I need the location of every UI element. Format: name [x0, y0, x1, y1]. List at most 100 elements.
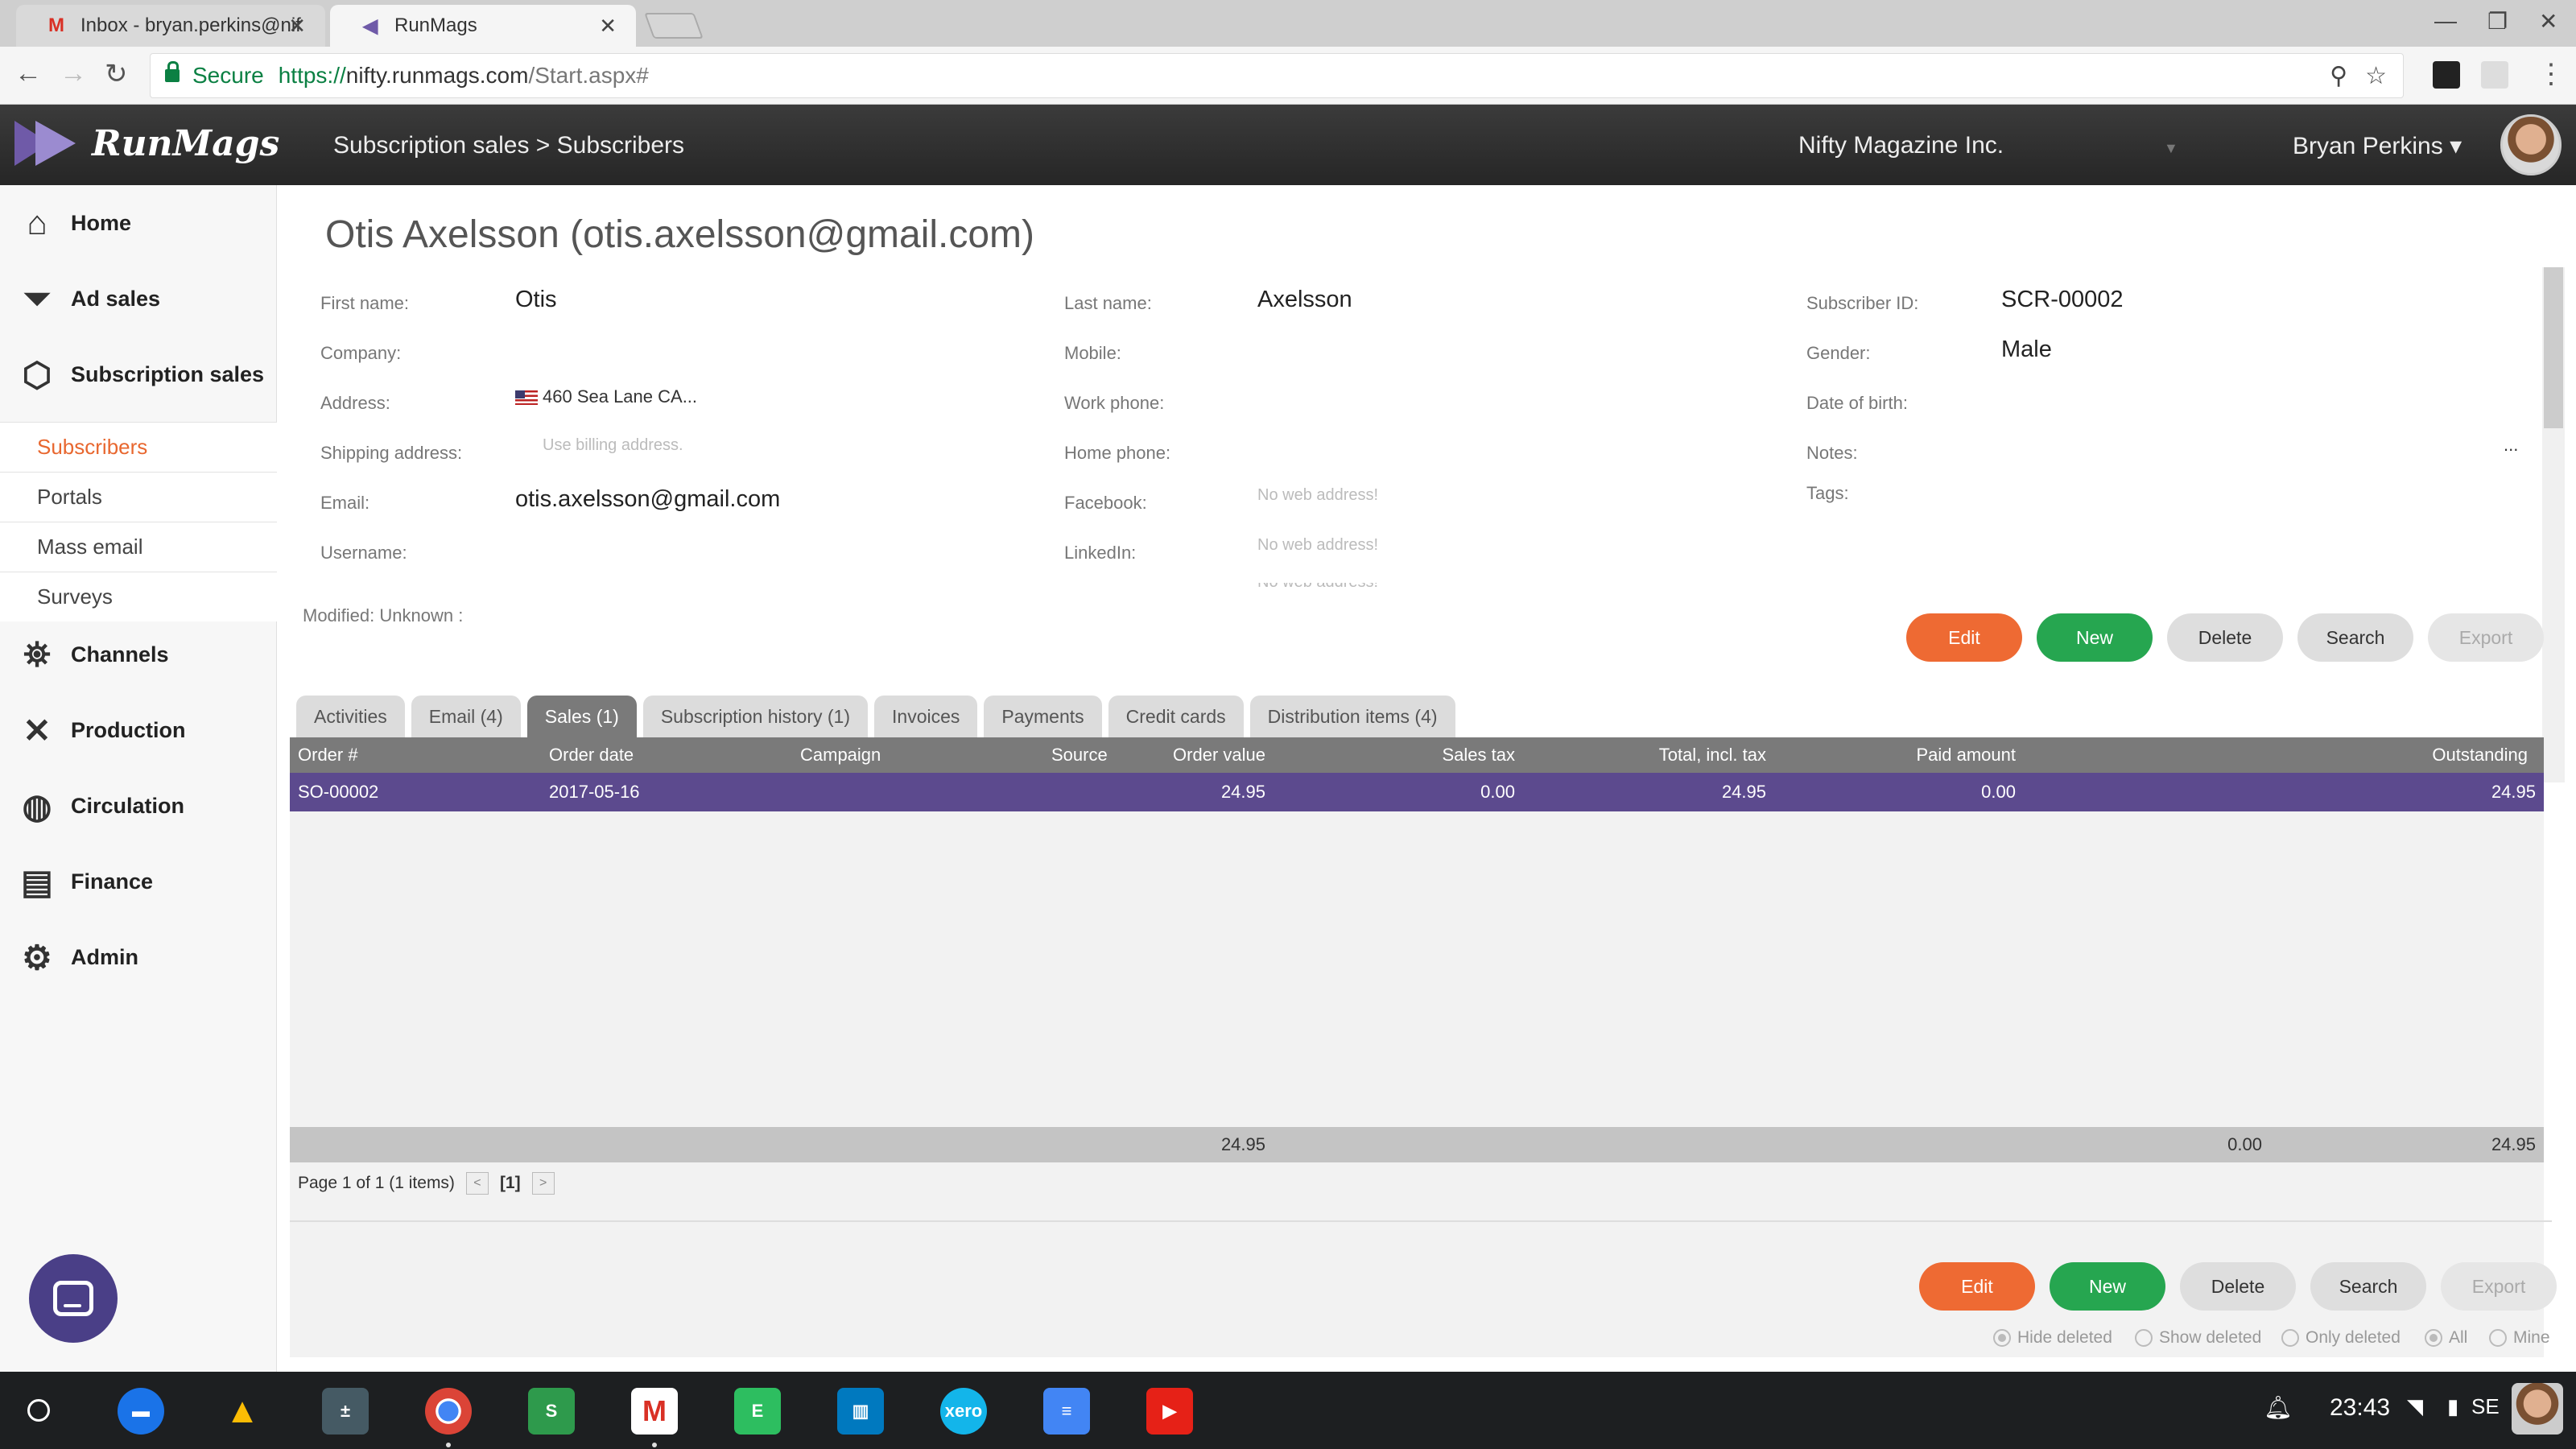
- reload-icon[interactable]: ↻: [105, 58, 128, 90]
- sidebar-item-admin[interactable]: ⚙ Admin: [0, 919, 277, 995]
- chat-button[interactable]: [29, 1254, 118, 1343]
- export-button[interactable]: Export: [2428, 613, 2544, 662]
- filter-all[interactable]: All: [2425, 1328, 2467, 1348]
- forward-icon[interactable]: →: [60, 58, 87, 89]
- order-number-cell[interactable]: SO-00002: [298, 773, 378, 811]
- extension-cast-icon[interactable]: [2481, 61, 2508, 89]
- tab-distribution-items[interactable]: Distribution items (4): [1249, 696, 1455, 737]
- filter-mine[interactable]: Mine: [2489, 1328, 2550, 1348]
- secure-indicator[interactable]: Secure: [165, 61, 264, 89]
- notes-more-button[interactable]: ...: [2504, 435, 2518, 456]
- new-button-bottom[interactable]: New: [2050, 1262, 2165, 1311]
- brand-logo[interactable]: RunMags: [14, 118, 279, 169]
- sidebar-item-production[interactable]: ✕ Production: [0, 692, 277, 768]
- docs-icon[interactable]: ≡: [1043, 1388, 1090, 1435]
- tab-credit-cards[interactable]: Credit cards: [1108, 696, 1244, 737]
- slides-icon[interactable]: S: [528, 1388, 575, 1435]
- breadcrumb[interactable]: Subscription sales > Subscribers: [333, 132, 684, 159]
- shipping-address-field[interactable]: Use billing address.: [543, 436, 683, 455]
- keyboard-locale[interactable]: SE: [2471, 1394, 2500, 1419]
- menu-icon[interactable]: ⋮: [2537, 58, 2565, 90]
- close-icon[interactable]: ✕: [599, 14, 617, 39]
- files-icon[interactable]: ▬: [118, 1388, 164, 1435]
- address-value[interactable]: 460 Sea Lane CA...: [515, 386, 697, 407]
- restore-icon[interactable]: ❐: [2487, 8, 2508, 35]
- xero-icon[interactable]: xero: [940, 1388, 987, 1435]
- sidebar-subitem-subscribers[interactable]: Subscribers: [0, 422, 277, 472]
- edit-button-bottom[interactable]: Edit: [1919, 1262, 2035, 1311]
- column-header[interactable]: Campaign: [800, 737, 881, 773]
- notification-icon[interactable]: 🔔︎: [2264, 1394, 2293, 1421]
- tab-sales[interactable]: Sales (1): [526, 696, 637, 737]
- table-row[interactable]: SO-00002 2017-05-16 24.95 0.00 24.95 0.0…: [290, 773, 2544, 811]
- zoom-icon[interactable]: ⚲: [2330, 62, 2347, 90]
- linkedin-field[interactable]: No web address!: [1257, 536, 1378, 555]
- facebook-field[interactable]: No web address!: [1257, 486, 1378, 505]
- sidebar-subitem-surveys[interactable]: Surveys: [0, 572, 277, 621]
- extension-edit-icon[interactable]: [2433, 61, 2460, 89]
- sidebar-subitem-portals[interactable]: Portals: [0, 472, 277, 522]
- gmail-icon[interactable]: M: [631, 1388, 678, 1435]
- export-button-bottom[interactable]: Export: [2441, 1262, 2557, 1311]
- star-icon[interactable]: ☆: [2365, 62, 2387, 90]
- first-name-value[interactable]: Otis: [515, 287, 557, 313]
- sidebar-item-home[interactable]: ⌂ Home: [0, 185, 277, 261]
- details-scrollbar[interactable]: [2542, 267, 2565, 782]
- launcher-icon[interactable]: [27, 1399, 50, 1422]
- tab-email[interactable]: Email (4): [411, 696, 521, 737]
- battery-icon[interactable]: ▮: [2447, 1394, 2458, 1419]
- scrollbar-thumb[interactable]: [2544, 267, 2563, 428]
- avatar[interactable]: [2500, 114, 2562, 175]
- clock[interactable]: 23:43: [2330, 1394, 2390, 1422]
- filter-hide-deleted[interactable]: Hide deleted: [1993, 1328, 2112, 1348]
- sidebar-item-finance[interactable]: ▤ Finance: [0, 844, 277, 919]
- search-button-bottom[interactable]: Search: [2310, 1262, 2426, 1311]
- user-menu[interactable]: Bryan Perkins ▾: [2293, 132, 2462, 160]
- search-button[interactable]: Search: [2297, 613, 2413, 662]
- evernote-icon[interactable]: E: [734, 1388, 781, 1435]
- column-header[interactable]: Total, incl. tax: [1659, 737, 1766, 773]
- close-window-icon[interactable]: ✕: [2539, 8, 2557, 35]
- minimize-icon[interactable]: —: [2434, 8, 2457, 34]
- trello-icon[interactable]: ▥: [837, 1388, 884, 1435]
- prev-page-button[interactable]: <: [465, 1172, 489, 1195]
- tab-subscription-history[interactable]: Subscription history (1): [642, 696, 869, 737]
- close-icon[interactable]: ✕: [288, 14, 306, 39]
- chevron-down-icon[interactable]: ▼: [2164, 140, 2178, 157]
- email-value[interactable]: otis.axelsson@gmail.com: [515, 486, 780, 513]
- delete-button[interactable]: Delete: [2167, 613, 2283, 662]
- current-page[interactable]: [1]: [500, 1174, 521, 1193]
- new-tab-button[interactable]: [644, 13, 704, 39]
- tab-activities[interactable]: Activities: [296, 696, 405, 737]
- avatar[interactable]: [2512, 1383, 2563, 1435]
- chrome-icon[interactable]: [425, 1388, 472, 1435]
- drive-icon[interactable]: ▲: [219, 1388, 266, 1435]
- url-input[interactable]: Secure https://nifty.runmags.com/Start.a…: [150, 53, 2404, 98]
- calculator-icon[interactable]: ±: [322, 1388, 369, 1435]
- tab-payments[interactable]: Payments: [984, 696, 1102, 737]
- browser-tab-runmags[interactable]: ◀ RunMags ✕: [330, 5, 636, 47]
- browser-tab-gmail[interactable]: M Inbox - bryan.perkins@nif ✕: [16, 5, 325, 47]
- column-header[interactable]: Order value: [1173, 737, 1265, 773]
- filter-only-deleted[interactable]: Only deleted: [2281, 1328, 2401, 1348]
- sidebar-subitem-mass-email[interactable]: Mass email: [0, 522, 277, 572]
- last-name-value[interactable]: Axelsson: [1257, 287, 1352, 313]
- column-header[interactable]: Order date: [549, 737, 634, 773]
- tab-invoices[interactable]: Invoices: [874, 696, 978, 737]
- column-header[interactable]: Paid amount: [1916, 737, 2016, 773]
- delete-button-bottom[interactable]: Delete: [2180, 1262, 2296, 1311]
- next-page-button[interactable]: >: [531, 1172, 555, 1195]
- column-header[interactable]: Sales tax: [1443, 737, 1516, 773]
- gender-value[interactable]: Male: [2001, 336, 2052, 363]
- new-button[interactable]: New: [2037, 613, 2153, 662]
- back-icon[interactable]: ←: [14, 58, 42, 89]
- column-header[interactable]: Source: [1051, 737, 1108, 773]
- sidebar-item-channels[interactable]: ⛯ Channels: [0, 617, 277, 692]
- column-header[interactable]: Outstanding: [2432, 737, 2528, 773]
- company-selector[interactable]: Nifty Magazine Inc.: [1798, 132, 2004, 159]
- wifi-icon[interactable]: ◥: [2407, 1394, 2423, 1419]
- column-header[interactable]: Order #: [298, 737, 358, 773]
- sidebar-item-ad-sales[interactable]: ⏷ Ad sales: [0, 261, 277, 336]
- sidebar-item-subscription-sales[interactable]: ⬡ Subscription sales: [0, 336, 277, 412]
- sidebar-item-circulation[interactable]: ◍ Circulation: [0, 768, 277, 844]
